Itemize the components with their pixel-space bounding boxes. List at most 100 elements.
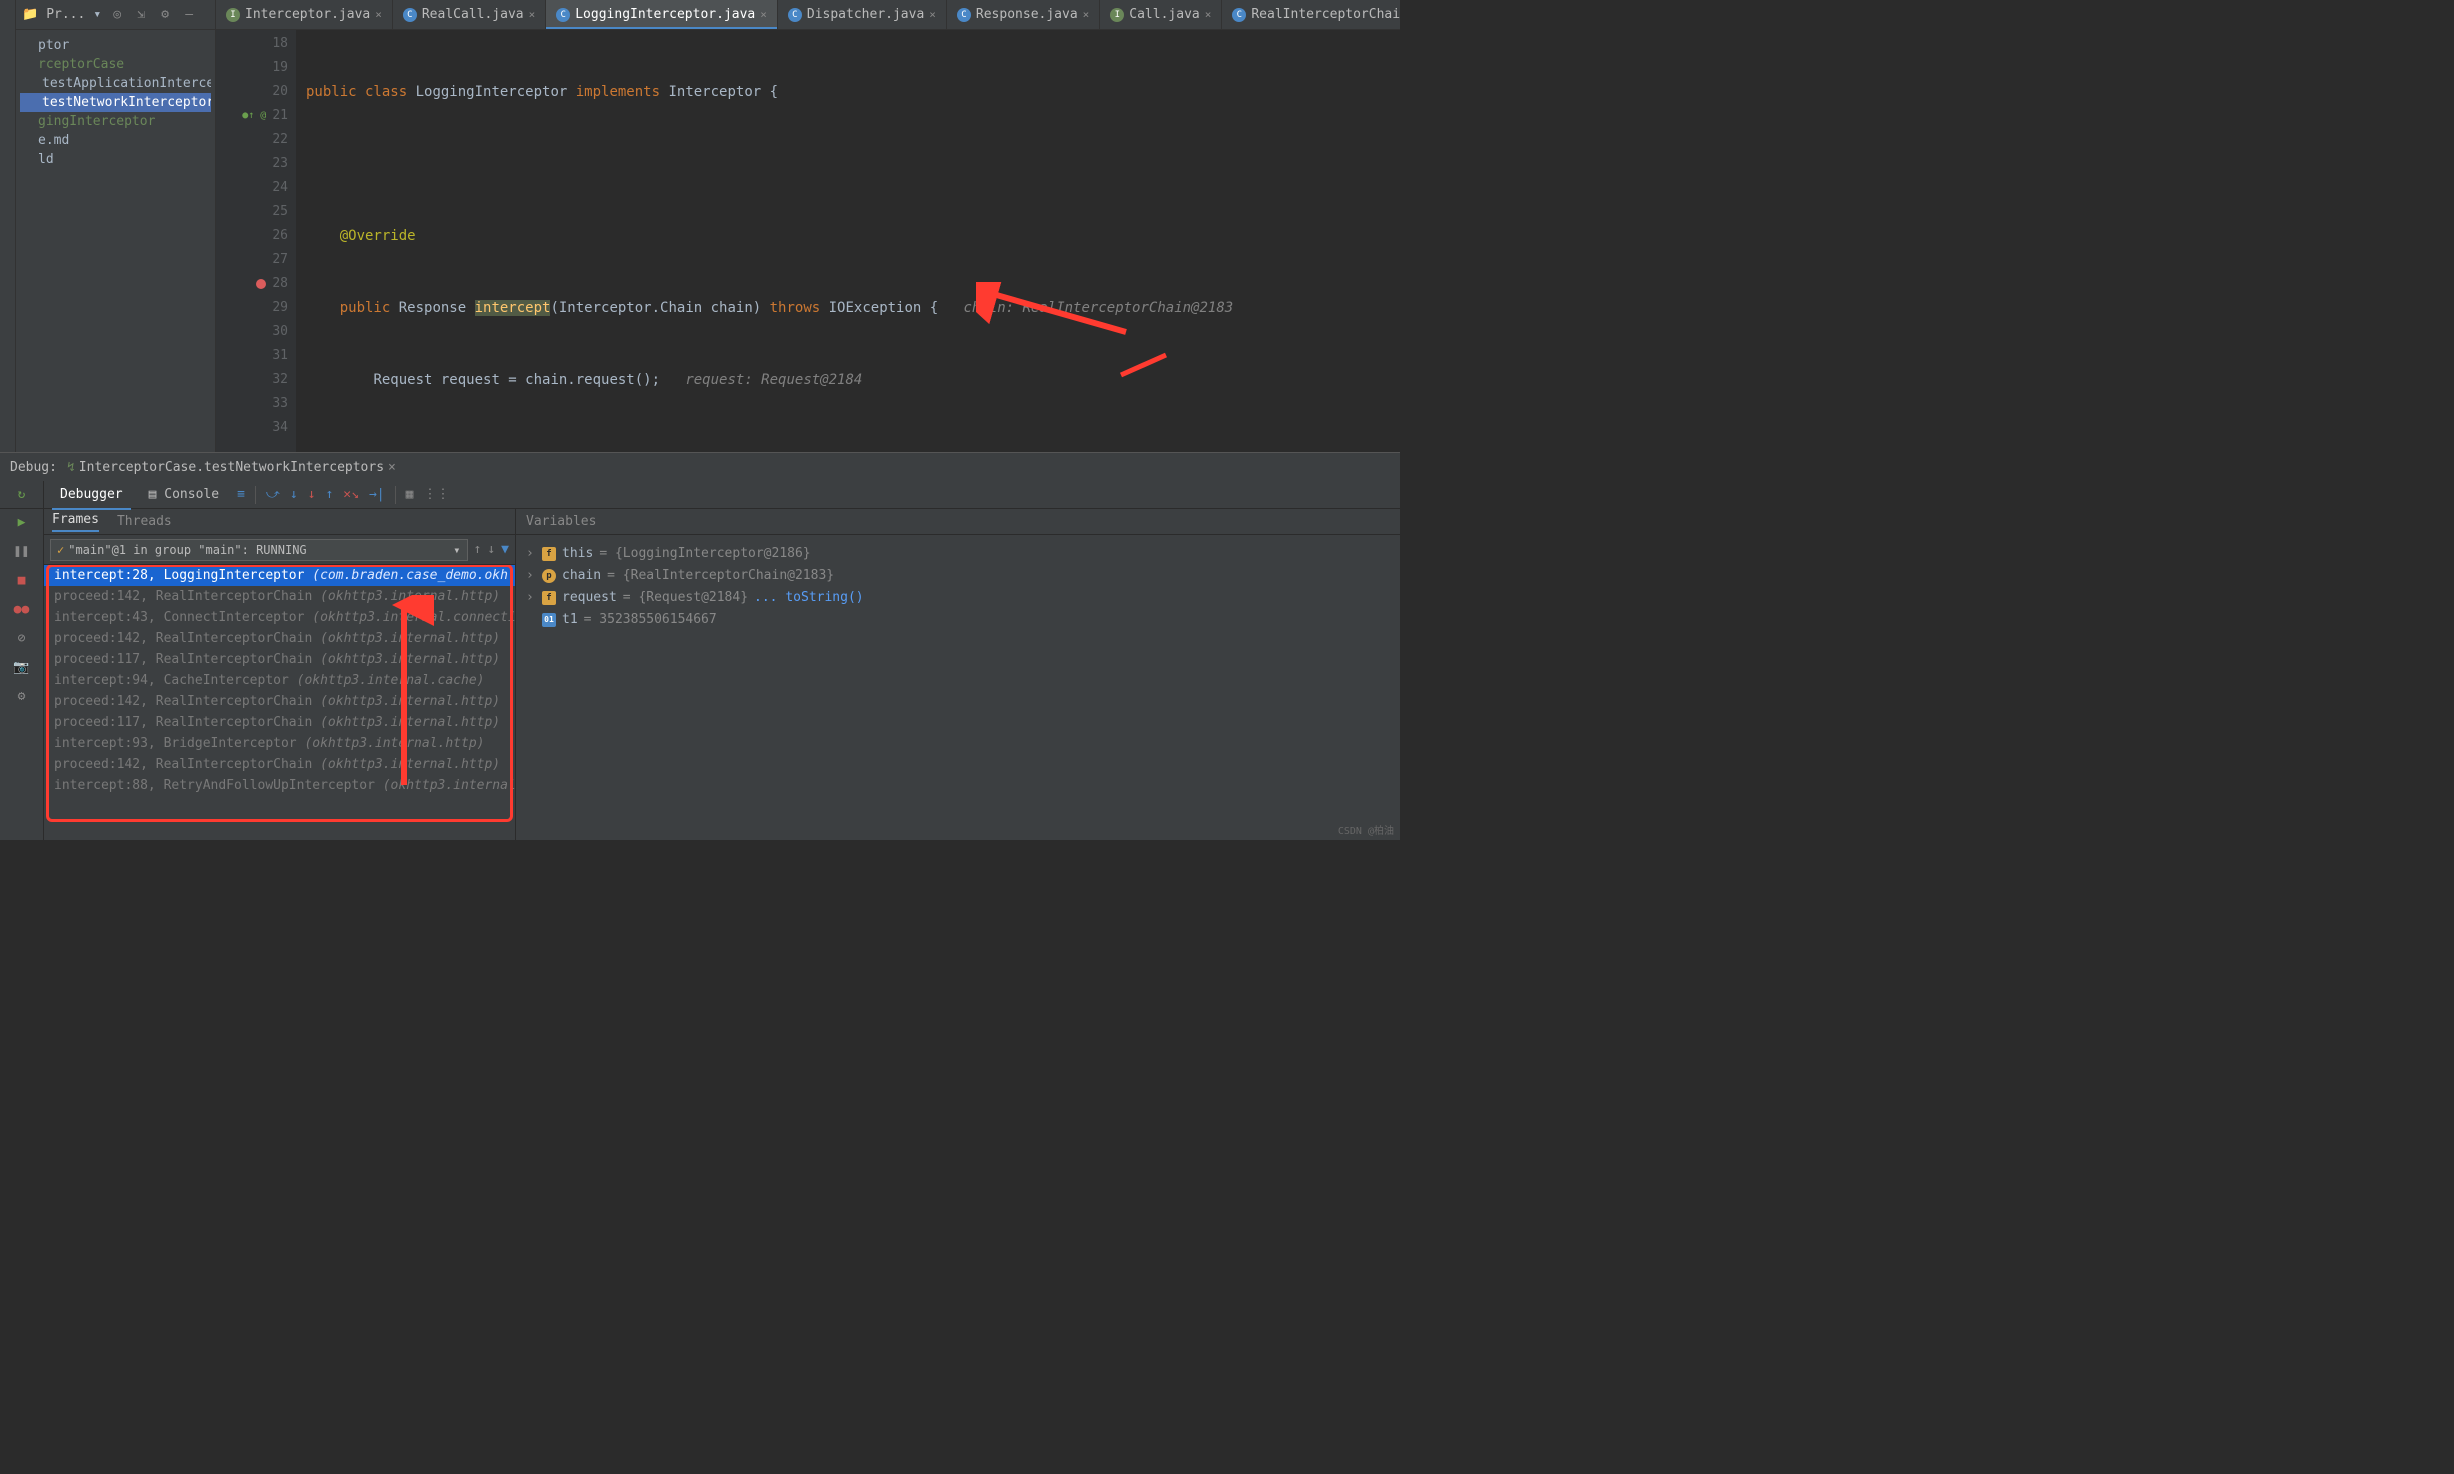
stack-frame[interactable]: intercept:43, ConnectInterceptor (okhttp… [44,607,515,628]
evaluate-icon[interactable]: ▦ [406,487,414,502]
threads-tab[interactable]: Threads [117,514,172,529]
editor-tab[interactable]: CRealCall.java× [393,0,546,29]
project-tree-item[interactable]: testApplicationInterceptor [20,74,211,93]
editor-tabs[interactable]: IInterceptor.java×CRealCall.java×CLoggin… [216,0,1400,30]
chevron-right-icon[interactable]: › [526,565,536,587]
gutter-line[interactable]: 18 [216,32,288,56]
close-icon[interactable]: × [1205,8,1212,21]
left-tool-strip[interactable] [0,0,16,452]
project-label[interactable]: Pr... [46,7,85,22]
chevron-right-icon[interactable]: › [526,587,536,609]
editor[interactable]: 181920●↑ @2122232425262728293031323334 p… [216,30,1400,452]
gutter-line[interactable]: 24 [216,176,288,200]
chevron-right-icon[interactable]: › [526,543,536,565]
close-icon[interactable]: × [375,8,382,21]
step-out-icon[interactable]: ↑ [325,487,333,502]
stack-frame[interactable]: intercept:94, CacheInterceptor (okhttp3.… [44,670,515,691]
close-icon[interactable]: × [1083,8,1090,21]
drop-frame-icon[interactable]: ✕↘ [343,487,359,502]
rerun-icon[interactable]: ↻ [13,485,31,503]
variables-list[interactable]: ›fthis = {LoggingInterceptor@2186}›pchai… [516,535,1400,639]
tostring-link[interactable]: ... toString() [754,587,864,609]
gutter-line[interactable]: 29 [216,296,288,320]
frames-list[interactable]: intercept:28, LoggingInterceptor (com.br… [44,565,515,840]
variable-row[interactable]: ›pchain = {RealInterceptorChain@2183} [526,565,1390,587]
gutter-line[interactable]: 27 [216,248,288,272]
stop-icon[interactable]: ■ [18,573,26,588]
project-tree-item[interactable]: ptor [20,36,211,55]
next-frame-icon[interactable]: ↓ [487,542,495,557]
breakpoint-icon[interactable] [256,279,266,289]
step-into-icon[interactable]: ↓ [290,487,298,502]
gutter-line[interactable]: 22 [216,128,288,152]
filter-icon[interactable]: ▼ [501,542,509,557]
mute-icon[interactable]: ⊘ [18,631,26,646]
gutter-line[interactable]: 34 [216,416,288,440]
close-icon[interactable]: × [760,8,767,21]
breakpoints-icon[interactable]: ●● [14,602,30,617]
settings-icon[interactable]: ⚙ [18,689,26,704]
stack-frame[interactable]: proceed:117, RealInterceptorChain (okhtt… [44,712,515,733]
project-tree[interactable]: ptorrceptorCasetestApplicationIntercepto… [16,30,215,175]
stack-frame[interactable]: proceed:142, RealInterceptorChain (okhtt… [44,754,515,775]
project-tree-item[interactable]: rceptorCase [20,55,211,74]
stack-frame[interactable]: proceed:117, RealInterceptorChain (okhtt… [44,649,515,670]
collapse-icon[interactable]: — [181,7,197,23]
editor-tab[interactable]: CLoggingInterceptor.java× [546,0,778,29]
camera-icon[interactable]: 📷 [13,660,29,675]
project-tree-item[interactable]: gingInterceptor [20,112,211,131]
stack-frame[interactable]: intercept:93, BridgeInterceptor (okhttp3… [44,733,515,754]
variable-row[interactable]: ›fthis = {LoggingInterceptor@2186} [526,543,1390,565]
variable-row[interactable]: 01t1 = 352385506154667 [526,609,1390,631]
variable-row[interactable]: ›frequest = {Request@2184} ... toString(… [526,587,1390,609]
more-icon[interactable]: ⋮⋮ [423,487,449,502]
project-tree-item[interactable]: ld [20,150,211,169]
gutter-line[interactable]: 20 [216,80,288,104]
project-tree-item[interactable]: testNetworkInterceptors() [20,93,211,112]
gutter-line[interactable]: 28 [216,272,288,296]
gutter-line[interactable]: 25 [216,200,288,224]
close-icon[interactable]: × [388,460,396,475]
editor-tab[interactable]: CResponse.java× [947,0,1100,29]
project-tree-item[interactable]: e.md [20,131,211,150]
gutter-line[interactable]: 19 [216,56,288,80]
step-over-icon[interactable]: ⤻ [266,487,280,502]
expand-icon[interactable]: ⇲ [133,7,149,23]
close-icon[interactable]: × [529,8,536,21]
stack-frame[interactable]: intercept:88, RetryAndFollowUpIntercepto… [44,775,515,796]
editor-tab[interactable]: IInterceptor.java× [216,0,393,29]
gutter-line[interactable]: 32 [216,368,288,392]
resume-icon[interactable]: ▶ [18,515,26,530]
console-tab[interactable]: ▤ Console [141,483,227,506]
stack-frame[interactable]: intercept:28, LoggingInterceptor (com.br… [44,565,515,586]
gutter-line[interactable]: 23 [216,152,288,176]
stack-frame[interactable]: proceed:142, RealInterceptorChain (okhtt… [44,628,515,649]
editor-tab[interactable]: CRealInterceptorChain.java× [1222,0,1400,29]
editor-tab[interactable]: ICall.java× [1100,0,1222,29]
gutter-line[interactable]: 30 [216,320,288,344]
override-icon: ●↑ @ [242,104,266,128]
gutter-line[interactable]: 31 [216,344,288,368]
run-to-cursor-icon[interactable]: →| [369,487,385,502]
close-icon[interactable]: × [929,8,936,21]
gutter-line[interactable]: 33 [216,392,288,416]
code-area[interactable]: public class LoggingInterceptor implemen… [296,30,1400,452]
stack-frame[interactable]: proceed:142, RealInterceptorChain (okhtt… [44,586,515,607]
thread-combo[interactable]: ✓ "main"@1 in group "main": RUNNING ▾ [50,539,468,561]
target-icon[interactable]: ◎ [109,7,125,23]
prev-frame-icon[interactable]: ↑ [474,542,482,557]
editor-tab[interactable]: CDispatcher.java× [778,0,947,29]
pause-icon[interactable]: ❚❚ [14,544,30,559]
debugger-tab[interactable]: Debugger [52,483,131,506]
debug-run-config[interactable]: ↯ InterceptorCase.testNetworkInterceptor… [67,460,396,475]
tab-label: Dispatcher.java [807,7,924,22]
frames-tab[interactable]: Frames [52,512,99,532]
gutter-line[interactable]: ●↑ @21 [216,104,288,128]
gutter-line[interactable]: 26 [216,224,288,248]
gutter[interactable]: 181920●↑ @2122232425262728293031323334 [216,30,296,452]
gear-icon[interactable]: ⚙ [157,7,173,23]
force-step-into-icon[interactable]: ↓ [308,487,316,502]
chevron-down-icon[interactable]: ▾ [93,7,101,22]
hierarchy-icon[interactable]: ≡ [237,487,245,502]
stack-frame[interactable]: proceed:142, RealInterceptorChain (okhtt… [44,691,515,712]
